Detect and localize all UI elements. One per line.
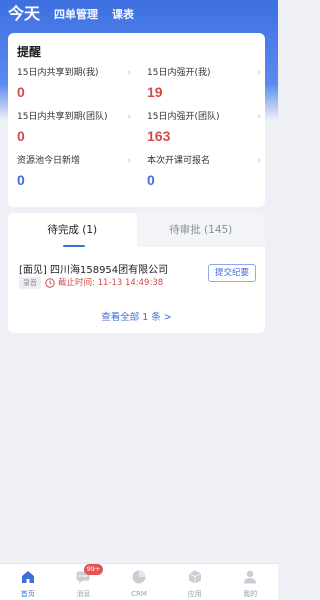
task-deadline: 截止时间: 11-13 14:49:38 xyxy=(58,278,164,288)
tabbar-apps[interactable]: 应用 xyxy=(167,564,223,600)
stat-label: 本次开课可报名 xyxy=(147,156,211,166)
stat-value: 163 xyxy=(147,128,171,144)
stat-label: 15日内强开(团队) xyxy=(147,112,220,122)
stat-course-registration[interactable]: 本次开课可报名 0 › xyxy=(147,155,265,191)
reminder-title: 提醒 xyxy=(17,45,42,59)
stat-pool-new-today[interactable]: 资源池今日新增 0 › xyxy=(17,155,135,191)
tabbar-home[interactable]: 首页 xyxy=(0,564,56,600)
tabbar-label: 消息 xyxy=(76,590,91,598)
task-card: 待完成 (1) 待审批 (145) [面见] 四川海158954团有限公司 录音… xyxy=(8,213,265,333)
audio-tag: 录音 xyxy=(19,277,41,289)
tabbar-label: 首页 xyxy=(20,590,35,598)
stat-value: 0 xyxy=(17,172,25,188)
reminder-card: 提醒 15日内共享到期(我) 0 › 15日内强开(我) 19 › 15日内共享… xyxy=(8,33,265,207)
stat-force-open-team[interactable]: 15日内强开(团队) 163 › xyxy=(147,111,265,147)
tab-schedule[interactable]: 课表 xyxy=(112,8,134,24)
submit-summary-button[interactable]: 提交纪要 xyxy=(208,264,256,282)
crm-icon xyxy=(132,570,146,584)
stat-label: 15日内共享到期(我) xyxy=(17,68,99,78)
profile-icon xyxy=(244,570,257,584)
clock-icon xyxy=(45,278,55,288)
tabbar-crm[interactable]: CRM xyxy=(111,564,167,600)
stat-share-expire-me[interactable]: 15日内共享到期(我) 0 › xyxy=(17,67,135,103)
tabbar-label: CRM xyxy=(131,590,147,598)
stat-value: 0 xyxy=(17,84,25,100)
view-all-link[interactable]: 查看全部 1 条 > xyxy=(8,309,265,323)
tabbar-profile[interactable]: 我的 xyxy=(222,564,278,600)
stat-share-expire-team[interactable]: 15日内共享到期(团队) 0 › xyxy=(17,111,135,147)
stat-value: 19 xyxy=(147,84,163,100)
chevron-right-icon: › xyxy=(127,68,131,78)
tab-four-orders[interactable]: 四单管理 xyxy=(54,8,98,24)
chevron-right-icon: › xyxy=(257,112,261,122)
bottom-tab-bar: 首页 99+ 消息 CRM 应用 我的 xyxy=(0,563,278,600)
stat-label: 15日内共享到期(团队) xyxy=(17,112,108,122)
tabbar-label: 应用 xyxy=(187,590,202,598)
home-icon xyxy=(21,571,34,583)
apps-icon xyxy=(188,570,201,584)
chevron-right-icon: › xyxy=(127,112,131,122)
tab-pending[interactable]: 待完成 (1) xyxy=(8,213,137,247)
task-tabs: 待完成 (1) 待审批 (145) xyxy=(8,213,265,247)
chevron-right-icon: › xyxy=(257,68,261,78)
tab-approval[interactable]: 待审批 (145) xyxy=(136,213,265,247)
unread-badge: 99+ xyxy=(83,564,104,575)
chevron-right-icon: › xyxy=(127,156,131,166)
stat-label: 15日内强开(我) xyxy=(147,68,211,78)
active-tab-indicator xyxy=(63,245,85,247)
chevron-right-icon: › xyxy=(257,156,261,166)
top-nav: 今天 四单管理 课表 xyxy=(0,0,278,24)
tabbar-messages[interactable]: 99+ 消息 xyxy=(56,564,112,600)
tabbar-label: 我的 xyxy=(243,590,258,598)
stat-value: 0 xyxy=(147,172,155,188)
stat-label: 资源池今日新增 xyxy=(17,156,81,166)
stat-value: 0 xyxy=(17,128,25,144)
tab-today[interactable]: 今天 xyxy=(8,6,40,24)
task-title[interactable]: [面见] 四川海158954团有限公司 xyxy=(19,261,168,276)
stat-force-open-me[interactable]: 15日内强开(我) 19 › xyxy=(147,67,265,103)
